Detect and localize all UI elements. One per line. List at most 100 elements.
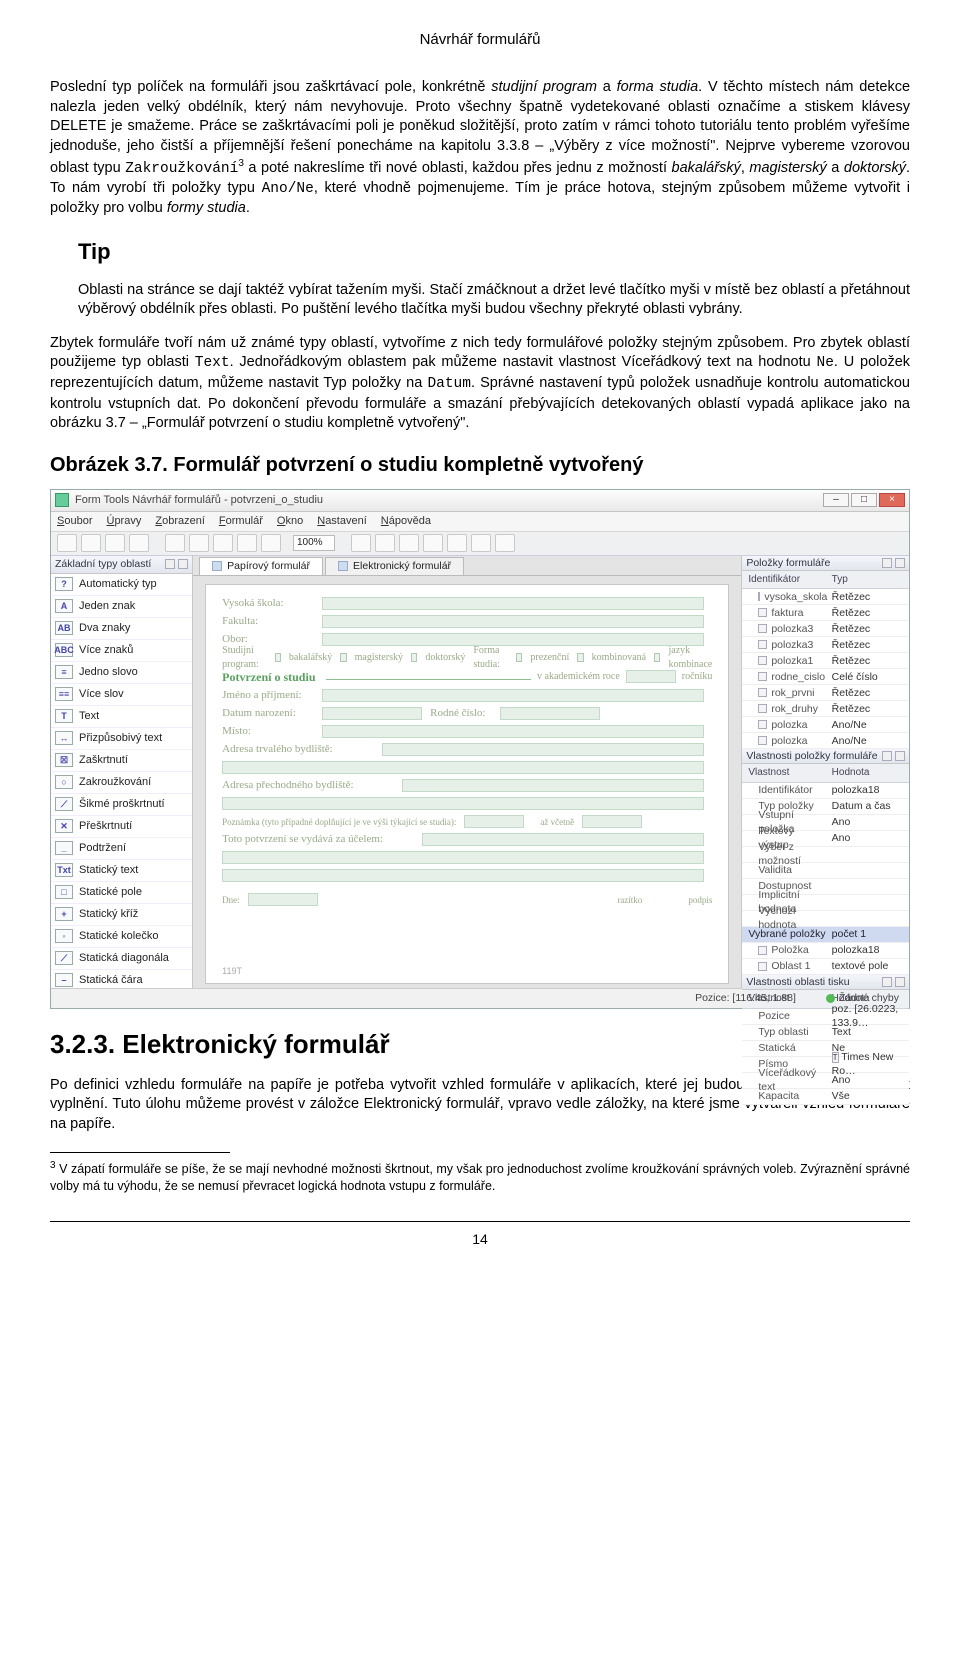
toolbar-button[interactable] <box>213 534 233 552</box>
grid-row[interactable]: Výběr z možností <box>742 847 909 863</box>
type-list-item[interactable]: ⟋Statická diagonála <box>51 948 192 970</box>
toolbar-button[interactable] <box>261 534 281 552</box>
menu-item[interactable]: Formulář <box>219 514 263 529</box>
grid-row[interactable]: Pozicepoz. [26.0223, 133.9… <box>742 1009 909 1025</box>
checkbox[interactable] <box>516 653 522 662</box>
checkbox[interactable] <box>275 653 281 662</box>
type-list-item[interactable]: ✕Přeškrtnutí <box>51 816 192 838</box>
minimize-button[interactable]: – <box>823 493 849 507</box>
grid-row[interactable]: polozkaAno/Ne <box>742 717 909 733</box>
maximize-button[interactable]: □ <box>851 493 877 507</box>
menubar[interactable]: Soubor Úpravy Zobrazení Formulář Okno Nastave… <box>51 512 909 532</box>
type-list-item[interactable]: ◦Statické kolečko <box>51 926 192 948</box>
type-list-item[interactable]: ○Zakroužkování <box>51 772 192 794</box>
menu-item[interactable]: Soubor <box>57 514 92 529</box>
type-list-item[interactable]: ≡Jedno slovo <box>51 662 192 684</box>
type-list-item[interactable]: –Statická čára <box>51 970 192 988</box>
zoom-combo[interactable]: 100% <box>293 535 335 551</box>
grid-row[interactable]: Identifikátorpolozka18 <box>742 783 909 799</box>
field[interactable] <box>422 833 704 846</box>
type-list-item[interactable]: ABDva znaky <box>51 618 192 640</box>
toolbar-button[interactable] <box>165 534 185 552</box>
menu-item[interactable]: Zobrazení <box>155 514 205 529</box>
toolbar-button[interactable] <box>189 534 209 552</box>
toolbar-button[interactable] <box>447 534 467 552</box>
grid-row[interactable]: polozka1Řetězec <box>742 653 909 669</box>
toolbar-button[interactable] <box>81 534 101 552</box>
field[interactable] <box>322 725 704 738</box>
field[interactable] <box>322 689 704 702</box>
toolbar-button[interactable] <box>237 534 257 552</box>
grid-row[interactable]: KapacitaVše <box>742 1089 909 1105</box>
grid-row[interactable]: Oblast 1textové pole <box>742 959 909 975</box>
type-list-item[interactable]: □Statické pole <box>51 882 192 904</box>
type-list-item[interactable]: ≡≡Více slov <box>51 684 192 706</box>
field[interactable] <box>322 615 704 628</box>
type-list-item[interactable]: ABCVíce znaků <box>51 640 192 662</box>
tab[interactable]: Elektronický formulář <box>325 557 464 575</box>
toolbar-button[interactable] <box>57 534 77 552</box>
toolbar-button[interactable] <box>423 534 443 552</box>
field[interactable] <box>222 851 704 864</box>
menu-item[interactable]: Okno <box>277 514 303 529</box>
field[interactable] <box>322 597 704 610</box>
checkbox[interactable] <box>411 653 417 662</box>
checkbox[interactable] <box>654 653 660 662</box>
type-list-item[interactable]: ☒Zaškrtnutí <box>51 750 192 772</box>
field[interactable] <box>582 815 642 828</box>
menu-item[interactable]: Nápověda <box>381 514 431 529</box>
toolbar-button[interactable] <box>495 534 515 552</box>
panel-controls[interactable] <box>882 977 905 987</box>
grid-row[interactable]: rok_prvniŘetězec <box>742 685 909 701</box>
toolbar-button[interactable] <box>105 534 125 552</box>
grid-row[interactable]: rodne_cisloCelé číslo <box>742 669 909 685</box>
grid-row[interactable]: vysoka_skolaŘetězec <box>742 589 909 605</box>
field[interactable] <box>248 893 318 906</box>
menu-item[interactable]: Nastavení <box>317 514 367 529</box>
paper-sheet[interactable]: Vysoká škola: Fakulta: Obor: Studijní pr… <box>205 584 729 984</box>
toolbar-button[interactable] <box>399 534 419 552</box>
toolbar-button[interactable] <box>351 534 371 552</box>
tab-icon <box>338 561 348 571</box>
type-list-item[interactable]: +Statický kříž <box>51 904 192 926</box>
checkbox[interactable] <box>340 653 346 662</box>
field[interactable] <box>382 743 704 756</box>
grid-row[interactable]: rok_druhyŘetězec <box>742 701 909 717</box>
panel-controls[interactable] <box>882 558 905 568</box>
type-list-item[interactable]: ⟋Šikmé proškrtnutí <box>51 794 192 816</box>
grid-row[interactable]: Položkapolozka18 <box>742 943 909 959</box>
type-list-item[interactable]: TText <box>51 706 192 728</box>
toolbar-button[interactable] <box>375 534 395 552</box>
menu-item[interactable]: Úpravy <box>106 514 141 529</box>
field[interactable] <box>222 869 704 882</box>
field[interactable] <box>626 670 676 683</box>
grid-row[interactable]: Typ oblastiText <box>742 1025 909 1041</box>
grid-row[interactable]: Víceřádkový textAno <box>742 1073 909 1089</box>
tab[interactable]: Papírový formulář <box>199 557 323 575</box>
grid-row[interactable]: polozka3Řetězec <box>742 637 909 653</box>
type-list-item[interactable]: TxtStatický text <box>51 860 192 882</box>
grid-row[interactable]: fakturaŘetězec <box>742 605 909 621</box>
grid-row[interactable]: polozkaAno/Ne <box>742 733 909 749</box>
checkbox[interactable] <box>577 653 583 662</box>
grid-row[interactable]: polozka3Řetězec <box>742 621 909 637</box>
close-button[interactable]: × <box>879 493 905 507</box>
type-list-item[interactable]: _Podtržení <box>51 838 192 860</box>
field[interactable] <box>322 707 422 720</box>
selected-row[interactable]: Vybrané položky počet 1 <box>742 927 909 943</box>
type-list-item[interactable]: AJeden znak <box>51 596 192 618</box>
field[interactable] <box>322 633 704 646</box>
panel-controls[interactable] <box>165 559 188 569</box>
field[interactable] <box>402 779 704 792</box>
field[interactable] <box>222 797 704 810</box>
type-list-item[interactable]: ↔Přizpůsobivý text <box>51 728 192 750</box>
type-list-item[interactable]: ?Automatický typ <box>51 574 192 596</box>
toolbar-button[interactable] <box>129 534 149 552</box>
grid-row[interactable]: Výchozí hodnota <box>742 911 909 927</box>
toolbar-button[interactable] <box>471 534 491 552</box>
field[interactable] <box>222 761 704 774</box>
grid-row[interactable]: Validita <box>742 863 909 879</box>
field[interactable] <box>500 707 600 720</box>
panel-controls[interactable] <box>882 751 905 761</box>
field[interactable] <box>464 815 524 828</box>
